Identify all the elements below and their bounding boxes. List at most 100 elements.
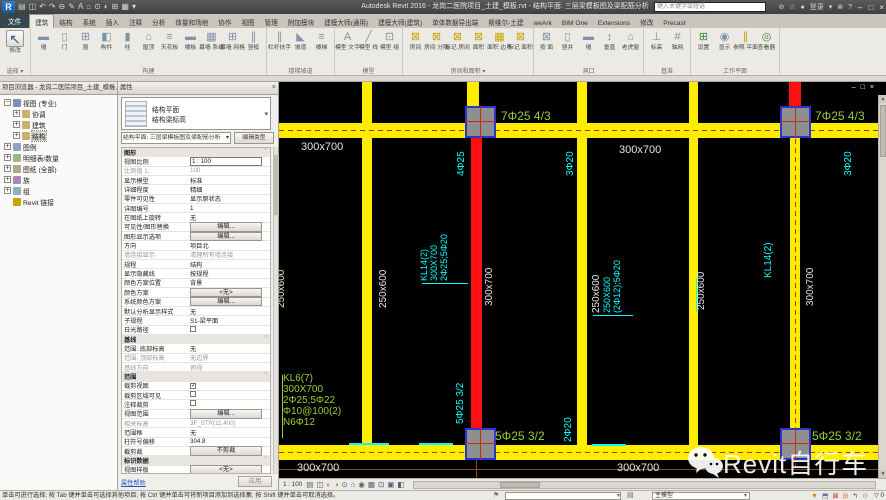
beam-annotation-25[interactable]: KL6(7) [283,374,313,384]
property-value[interactable] [188,391,270,399]
ribbon-group-label-1[interactable]: 构建 [31,66,266,75]
type-selector[interactable]: 结构平面 结构梁标高 ▾ [121,97,271,130]
statusbar-icon-2[interactable]: ⊠ [833,492,839,500]
qat-icon-11[interactable]: ▦ [121,1,129,13]
beam-annotation-2[interactable]: 300x700 [297,463,339,474]
viewbar-icon-3[interactable]: ◑ [334,480,339,489]
ribbon-button-4-0[interactable]: ⊠房间 [405,29,426,51]
qat-icon-2[interactable]: ↶ [39,1,46,13]
beam-annotation-15[interactable]: KL14(2) [764,242,774,278]
property-row-12[interactable]: 规程结构 [122,260,270,269]
infocenter-icon-3[interactable]: 登录 [810,2,824,12]
property-value[interactable]: <无> [188,288,270,298]
property-value[interactable]: 无 [188,428,270,437]
properties-help-link[interactable]: 属性帮助 [121,478,146,487]
checkbox-unchecked[interactable] [190,400,196,406]
browser-item-2[interactable]: +建筑 [2,119,117,130]
browser-item-9[interactable]: Revit 链接 [2,196,117,207]
view-scale-button[interactable]: 1 : 100 [279,481,306,488]
property-row-9[interactable]: 图形显示选项编辑... [122,232,270,241]
property-value[interactable]: 按规程 [188,269,270,278]
infocenter-icon-4[interactable]: ▾ [829,3,833,11]
ribbon-button-6-0[interactable]: ⊥标高 [646,29,667,51]
ribbon-button-5-4[interactable]: ⌂老虎窗 [620,29,641,51]
ribbon-button-2-0[interactable]: ∥栏杆扶手 [269,29,290,51]
property-value-button[interactable]: 编辑... [190,222,262,232]
tab-建模大师(通用)[interactable]: 建模大师(通用) [319,15,373,28]
property-value[interactable]: 不剪裁 [188,446,270,456]
property-value[interactable]: 标准 [188,176,270,185]
browser-item-1[interactable]: +协调 [2,108,117,119]
property-value[interactable]: 编辑... [188,232,270,242]
qat-icon-5[interactable]: ✎ [68,1,75,13]
property-row-6[interactable]: 详图编号1 [122,204,270,213]
property-value[interactable]: 编辑... [188,297,270,307]
expand-icon[interactable]: + [4,143,11,150]
beam-annotation-18[interactable]: 2Φ25;5Φ20 [440,234,449,281]
ribbon-button-1-0[interactable]: ▬墙 [33,29,54,51]
beam-annotation-23[interactable]: 5Φ25 3/2 [495,430,545,442]
ribbon-button-3-2[interactable]: ⊡模型 组 [379,29,400,51]
ribbon-button-2-1[interactable]: ◣坡道 [290,29,311,51]
viewbar-icon-7[interactable]: ▦ [368,480,375,489]
property-value[interactable]: 无 [188,213,270,222]
tab-建模大师(建筑)[interactable]: 建模大师(建筑) [373,15,427,28]
property-row-32[interactable]: 截剪裁不剪裁 [122,447,270,456]
scroll-down-icon[interactable]: ▼ [879,470,886,478]
infocenter-icon-1[interactable]: ☆ [789,3,795,11]
expand-icon[interactable]: + [13,132,20,139]
ribbon-group-label-0[interactable]: 选择 ▾ [0,66,30,75]
ribbon-group-label-6[interactable]: 基准 [644,66,690,75]
checkbox-checked[interactable]: ✓ [190,383,196,389]
beam-annotation-12[interactable]: 3Φ20 [844,151,854,176]
beam-annotation-8[interactable]: 250x600 [592,275,602,313]
beam-annotation-14[interactable]: 2Φ20 [564,417,574,442]
beam-annotation-6[interactable]: 250x600 [279,270,287,308]
tab-协作[interactable]: 协作 [213,15,236,28]
column-1[interactable] [780,106,811,138]
browser-item-5[interactable]: +明细表/数量 [2,152,117,163]
statusbar-icon-1[interactable]: ⬒ [822,492,829,500]
ribbon-button-1-7[interactable]: ▬楼板 [180,29,201,51]
ribbon-button-1-3[interactable]: ◧构件 [96,29,117,51]
column-0[interactable] [465,106,496,138]
property-row-1[interactable]: 视图比例1 : 100 [122,157,270,166]
browser-item-0[interactable]: −视图 (专业) [2,97,117,108]
viewbar-icon-5[interactable]: ⌂ [351,480,356,489]
ribbon-group-label-5[interactable]: 洞口 [534,66,643,75]
ribbon-button-1-2[interactable]: ⊞窗 [75,29,96,51]
property-value-button[interactable]: 编辑... [190,409,262,419]
ribbon-button-5-2[interactable]: ▬墙 [578,29,599,51]
view-minimize-icon[interactable]: – [852,84,856,91]
property-value-button[interactable]: 不剪裁 [190,446,262,456]
property-value-button[interactable]: 编辑... [190,297,262,307]
expand-icon[interactable]: + [4,154,11,161]
ribbon-button-4-3[interactable]: ⊠面积 [468,29,489,51]
property-value[interactable]: 1 [188,205,270,212]
properties-scrollbar[interactable] [273,147,278,474]
property-value-button[interactable]: <无> [190,465,262,474]
beam-annotation-7[interactable]: 250x600 [379,270,389,308]
qat-icon-3[interactable]: ↷ [49,1,56,13]
tab-Precast[interactable]: Precast [658,18,690,28]
ribbon-button-7-3[interactable]: ◎查看器 [756,29,777,51]
ribbon-button-4-4[interactable]: ▦面积 边界 [489,29,510,51]
beam-annotation-29[interactable]: N6Φ12 [283,418,315,428]
worksharing-request-box[interactable]: ▾ [505,492,621,500]
tab-系统[interactable]: 系统 [78,15,101,28]
statusbar-icon-3[interactable]: ⊞ [842,492,848,500]
close-icon[interactable]: × [111,82,115,94]
ribbon-button-4-2[interactable]: ⊠标记 房间 [447,29,468,51]
close-icon[interactable]: × [879,3,884,12]
revit-logo-icon[interactable]: R [2,1,15,13]
selection-filter-count[interactable]: ▽ 0 [874,491,884,500]
browser-item-3[interactable]: +结构 [2,130,117,141]
expand-icon[interactable]: + [4,165,11,172]
expand-icon[interactable]: + [4,176,11,183]
browser-item-6[interactable]: +图纸 (全部) [2,163,117,174]
beam-annotation-21[interactable]: 7Φ25 4/3 [501,110,551,122]
qat-icon-1[interactable]: ◫ [29,1,37,13]
property-row-18[interactable]: 子规程S1-梁平面 [122,316,270,325]
tab-weArk[interactable]: weArk [528,18,556,28]
apply-button[interactable]: 应用 [238,476,272,487]
